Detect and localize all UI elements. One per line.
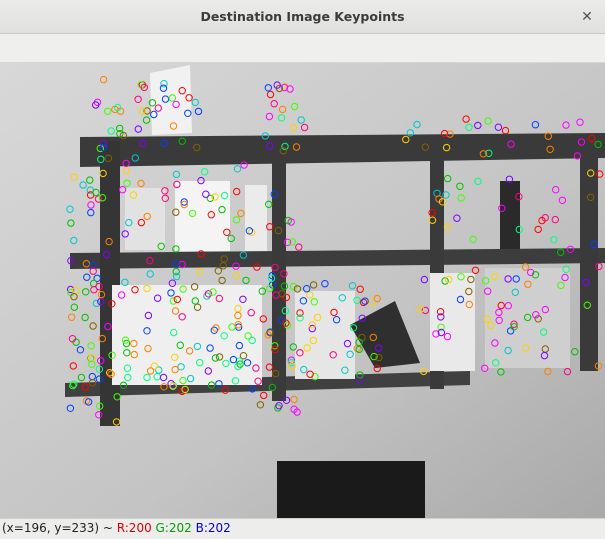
keypoint-image bbox=[0, 63, 605, 518]
image-canvas[interactable] bbox=[0, 63, 605, 518]
window-title: Destination Image Keypoints bbox=[200, 9, 405, 24]
monitor bbox=[277, 461, 425, 518]
toolbar bbox=[0, 34, 605, 63]
green-value: G:202 bbox=[155, 521, 192, 535]
status-bar: (x=196, y=233) ~ R:200 G:202 B:202 bbox=[0, 518, 605, 539]
close-icon[interactable]: ✕ bbox=[577, 7, 597, 27]
cursor-coords: (x=196, y=233) ~ bbox=[2, 521, 117, 535]
title-bar: Destination Image Keypoints ✕ bbox=[0, 0, 605, 34]
blue-value: B:202 bbox=[195, 521, 231, 535]
red-value: R:200 bbox=[116, 521, 152, 535]
